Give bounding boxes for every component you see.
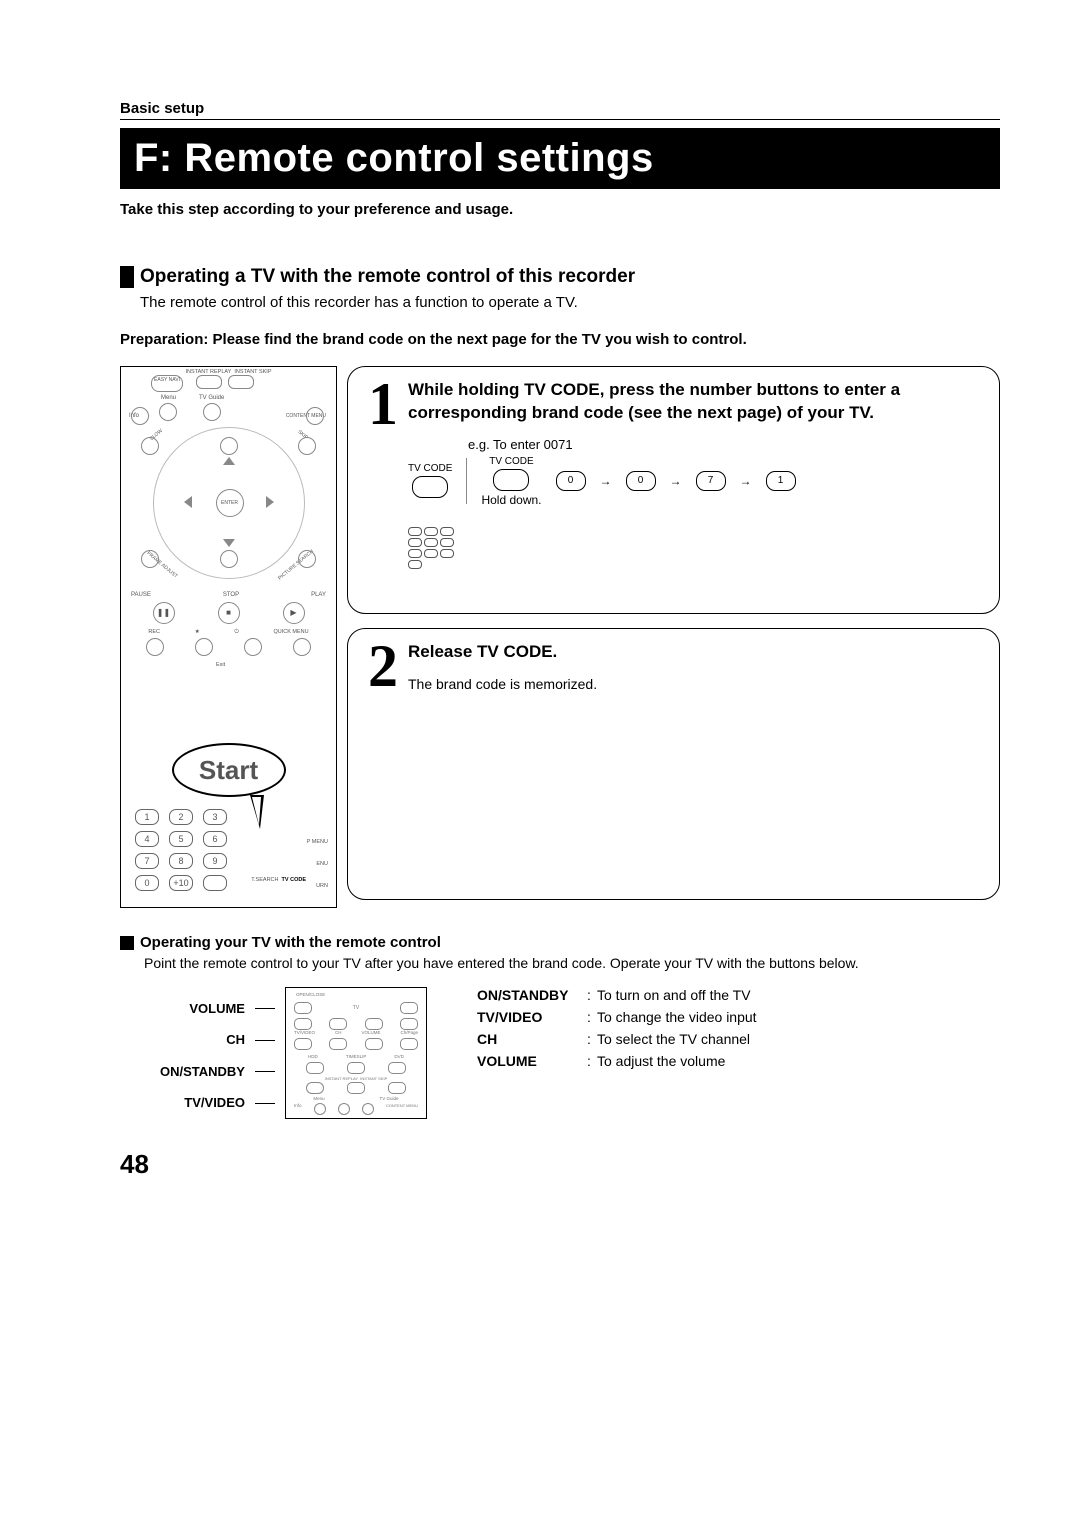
instant-skip-button (228, 375, 254, 389)
easy-navi-icon (306, 1082, 324, 1094)
operating-header: Operating your TV with the remote contro… (120, 934, 1000, 951)
tvvideo-icon (294, 1038, 312, 1050)
digit-button: 0 (626, 471, 656, 491)
preparation-text: Preparation: Please find the brand code … (120, 331, 1000, 348)
square-marker-icon (120, 936, 134, 950)
intro-text: Take this step according to your prefere… (120, 201, 1000, 218)
tvcode-button-icon (412, 476, 448, 498)
step-1: 1 While holding TV CODE, press the numbe… (347, 366, 1000, 614)
easy-navi-button: EASY NAVI (151, 375, 183, 392)
pause-button: ❚❚ (153, 602, 175, 624)
open-close-icon (294, 1002, 312, 1014)
function-table: ON/STANDBY:To turn on and off the TV TV/… (477, 987, 757, 1119)
step-2-desc: The brand code is memorized. (408, 676, 979, 692)
section-label: Basic setup (120, 100, 1000, 120)
dpad: ENTER (184, 457, 274, 547)
page-number: 48 (120, 1149, 1000, 1180)
mini-remote-diagram: OPEN/CLOSE TV TV/VIDEOCHVOLUMECh/Page (285, 987, 427, 1119)
page-title-bar: F: Remote control settings (120, 128, 1000, 189)
instant-replay-button (196, 375, 222, 389)
standby-icon (294, 1018, 312, 1030)
quick-menu-button (293, 638, 311, 656)
digit-button: 1 (766, 471, 796, 491)
tvcode-button-icon (493, 469, 529, 491)
power-icon (400, 1002, 418, 1014)
arrow-right-icon: → (670, 474, 682, 488)
start-callout: Start (172, 743, 286, 797)
menu-button (159, 403, 177, 421)
arrow-right-icon: → (740, 474, 752, 488)
subsection-title: Operating a TV with the remote control o… (140, 266, 635, 288)
digit-button: 0 (556, 471, 586, 491)
arrow-right-icon: → (600, 474, 612, 488)
operating-desc: Point the remote control to your TV afte… (144, 955, 1000, 971)
subsection-desc: The remote control of this recorder has … (140, 294, 1000, 311)
step-number-1: 1 (368, 379, 398, 593)
tvguide-button (203, 403, 221, 421)
enter-button: ENTER (216, 489, 244, 517)
step-2: 2 Release TV CODE. The brand code is mem… (347, 628, 1000, 900)
mini-number-pad-icon (408, 527, 979, 569)
play-button: ▶ (283, 602, 305, 624)
content-menu-button (306, 407, 324, 425)
button-label-column: VOLUME CH ON/STANDBY TV/VIDEO (160, 993, 245, 1119)
info-button (131, 407, 149, 425)
stop-button: ■ (218, 602, 240, 624)
step-1-title: While holding TV CODE, press the number … (408, 379, 979, 425)
number-pad: 123 456 789 0+10 (135, 809, 227, 897)
marker-icon (120, 266, 134, 288)
subsection-header: Operating a TV with the remote control o… (120, 266, 1000, 288)
step-number-2: 2 (368, 641, 398, 879)
step-2-title: Release TV CODE. (408, 641, 979, 664)
remote-diagram: INSTANT REPLAY INSTANT SKIP EASY NAVI Me… (120, 366, 337, 908)
digit-button: 7 (696, 471, 726, 491)
rec-button (146, 638, 164, 656)
